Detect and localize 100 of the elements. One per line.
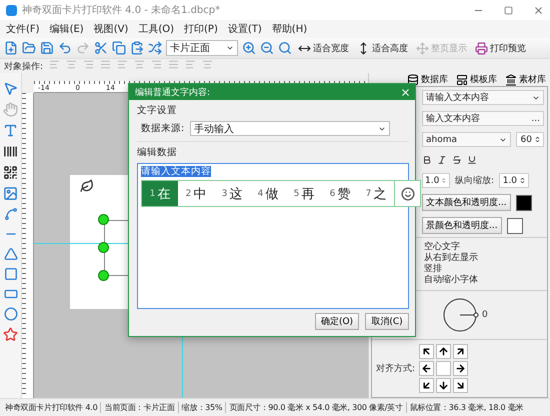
menu-item[interactable]: 设置(T) xyxy=(228,22,262,36)
section-label: 文字设置 xyxy=(137,104,178,117)
panel-tab[interactable]: 数据库 xyxy=(406,73,449,86)
star-icon[interactable] xyxy=(3,327,18,342)
menu-item[interactable]: 工具(O) xyxy=(138,22,174,36)
section-label: 编辑数据 xyxy=(137,146,178,159)
copy-icon[interactable] xyxy=(112,41,126,55)
leaf-icon xyxy=(80,179,94,193)
search-icon[interactable] xyxy=(278,41,292,55)
align-button[interactable] xyxy=(419,361,434,376)
color-button[interactable]: 景颜色和透明度... xyxy=(422,217,502,234)
maximize-icon[interactable] xyxy=(504,6,513,14)
menu-item[interactable]: 编辑(E) xyxy=(50,22,84,36)
smiley-icon[interactable] xyxy=(400,186,414,200)
menu-item[interactable]: 视图(V) xyxy=(94,22,128,36)
zoom-in-icon[interactable] xyxy=(242,41,256,55)
align-button[interactable] xyxy=(453,344,468,359)
align-button[interactable] xyxy=(436,344,452,359)
align-label: 对齐方式: xyxy=(376,362,416,375)
toolbar-button[interactable]: 打印预览 xyxy=(473,42,528,54)
cut-icon[interactable] xyxy=(94,41,108,55)
new-file-icon[interactable] xyxy=(4,41,18,55)
ellipse-icon[interactable] xyxy=(4,307,18,321)
building-icon xyxy=(505,74,517,86)
arrow-up-right-icon xyxy=(455,346,466,357)
scale-spinner[interactable]: 1.0 xyxy=(499,173,530,188)
status-item: 当前页面：卡片正面 xyxy=(100,402,178,413)
save-icon[interactable] xyxy=(40,41,54,55)
object-toolbar-label: 对象操作: xyxy=(4,60,44,72)
barcode-icon[interactable] xyxy=(3,144,18,159)
bold-icon[interactable] xyxy=(422,155,432,165)
printer-icon xyxy=(475,42,488,54)
move-icon xyxy=(416,42,429,54)
arrow-down-left-icon xyxy=(421,380,432,391)
dialog-button[interactable]: 取消(C) xyxy=(365,313,409,330)
rotation-value: 0 xyxy=(482,310,488,320)
text-icon[interactable] xyxy=(3,123,18,138)
field-text: 输入文本内容 xyxy=(426,112,480,125)
panel-tab[interactable]: 素材库 xyxy=(504,73,547,86)
menu-item[interactable]: 打印(P) xyxy=(184,22,218,36)
triangle-icon[interactable] xyxy=(4,247,18,261)
status-item: 缩放：35% xyxy=(178,402,226,413)
paste-icon[interactable] xyxy=(130,41,144,55)
caret-icon xyxy=(226,44,234,52)
more-button[interactable]: ... xyxy=(531,114,540,124)
source-select[interactable]: 手动输入 xyxy=(190,121,390,136)
curve-icon[interactable] xyxy=(4,207,18,221)
menu-item[interactable]: 文件(F) xyxy=(6,22,40,36)
database-icon xyxy=(407,74,419,86)
square-icon[interactable] xyxy=(4,267,18,281)
template-icon xyxy=(456,74,468,86)
scale-spinner[interactable]: 1.0 xyxy=(422,173,450,188)
color-swatch[interactable] xyxy=(516,194,532,210)
image-icon[interactable] xyxy=(3,186,18,201)
color-button[interactable]: 文本颜色和透明度... xyxy=(422,194,511,211)
text-field[interactable]: 输入文本内容 ... xyxy=(422,111,544,126)
align-button[interactable] xyxy=(436,378,452,393)
arrow-up-icon xyxy=(438,346,450,357)
spinner-arrows-icon[interactable] xyxy=(519,177,526,184)
close-icon[interactable] xyxy=(400,86,411,98)
arrow-left-icon xyxy=(421,363,432,374)
vertical-scale-label: 纵向缩放: xyxy=(455,174,494,187)
page-select[interactable]: 卡片正面 xyxy=(166,40,238,56)
status-item: 神奇双面卡片打印软件 4.0 xyxy=(4,402,98,413)
arrow-up-left-icon xyxy=(421,346,432,357)
size-spinner[interactable]: 60 xyxy=(516,132,544,147)
zoom-out-icon[interactable] xyxy=(260,41,274,55)
dialog-title: 编辑普通文字内容: xyxy=(135,86,210,98)
rounded-rectangle-icon[interactable] xyxy=(4,287,18,301)
swap-icon[interactable] xyxy=(148,41,162,55)
align-button[interactable] xyxy=(453,361,468,376)
spinner-arrows-icon[interactable] xyxy=(534,136,541,143)
folder-icon[interactable] xyxy=(22,41,36,55)
arrow-down-right-icon xyxy=(455,380,466,391)
text-select[interactable]: 请输入文本内容 xyxy=(422,90,544,105)
undo-icon[interactable] xyxy=(58,41,72,55)
color-swatch[interactable] xyxy=(506,218,523,234)
dialog-button[interactable]: 确定(O) xyxy=(315,313,359,330)
app-icon xyxy=(6,4,17,16)
status-item: 鼠标位置：36.3 毫米, 18.0 毫米 xyxy=(406,402,526,413)
spinner-arrows-icon[interactable] xyxy=(441,177,447,184)
arrow-down-icon xyxy=(438,380,450,391)
align-button[interactable] xyxy=(453,378,468,393)
font-select[interactable]: ahoma xyxy=(422,132,511,147)
toolbar-button[interactable]: 适合宽度 xyxy=(296,42,351,54)
panel-tab[interactable]: 模板库 xyxy=(455,73,498,86)
window-title: 神奇双面卡片打印软件 4.0 - 未命名1.dbcp* xyxy=(22,4,222,17)
status-item: 页面尺寸：90.0 毫米 x 54.0 毫米, 300 像素/英寸 xyxy=(225,402,406,413)
underline-icon[interactable] xyxy=(467,155,477,165)
qr-code-icon[interactable] xyxy=(3,165,18,180)
close-icon[interactable] xyxy=(533,4,544,16)
italic-icon[interactable] xyxy=(437,155,447,165)
align-button[interactable] xyxy=(419,378,434,393)
source-label: 数据来源: xyxy=(141,122,184,135)
pointer-icon[interactable] xyxy=(3,81,18,96)
align-button[interactable] xyxy=(419,344,434,359)
menu-item[interactable]: 帮助(H) xyxy=(272,22,308,36)
arrow-right-icon xyxy=(455,363,466,374)
toolbar-button[interactable]: 适合高度 xyxy=(355,42,410,54)
strikethrough-icon[interactable] xyxy=(452,155,462,165)
